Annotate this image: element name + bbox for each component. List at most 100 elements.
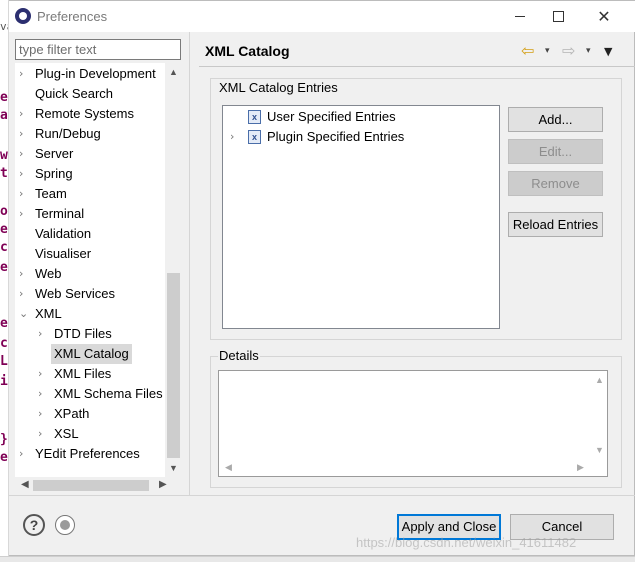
- edit-button[interactable]: Edit...: [508, 139, 603, 164]
- close-button[interactable]: ✕: [581, 1, 627, 32]
- tree-item-label: Web: [35, 266, 62, 281]
- scroll-left-arrow-icon[interactable]: ◀: [21, 479, 29, 490]
- back-arrow-icon[interactable]: ⇦: [521, 41, 534, 60]
- tree-item-label: Quick Search: [35, 86, 114, 101]
- tree-item-xml-catalog[interactable]: XML Catalog: [15, 344, 165, 364]
- maximize-button[interactable]: [535, 1, 581, 32]
- tree-item-plug-in-development[interactable]: › Plug-in Development: [15, 64, 165, 84]
- chevron-right-icon[interactable]: ›: [19, 124, 29, 144]
- scroll-up-arrow-icon[interactable]: ▲: [595, 375, 604, 385]
- chevron-right-icon[interactable]: ›: [19, 184, 29, 204]
- chevron-right-icon[interactable]: ›: [19, 164, 29, 184]
- taskbar-strip: [0, 556, 635, 562]
- tree-item-dtd-files[interactable]: › DTD Files: [15, 324, 165, 344]
- editor-text-fragment: va: [0, 20, 8, 33]
- chevron-down-icon[interactable]: ⌄: [19, 304, 29, 324]
- tree-item-web[interactable]: › Web: [15, 264, 165, 284]
- add-button[interactable]: Add...: [508, 107, 603, 132]
- tree-item-spring[interactable]: › Spring: [15, 164, 165, 184]
- scrollbar-thumb[interactable]: [33, 480, 149, 491]
- scrollbar-thumb[interactable]: [167, 273, 180, 458]
- forward-history-chevron-icon[interactable]: ▾: [586, 46, 591, 56]
- tree-item-label: YEdit Preferences: [35, 446, 140, 461]
- editor-text-fragment: o: [0, 204, 8, 219]
- scroll-down-arrow-icon[interactable]: ▼: [169, 463, 178, 473]
- remove-button[interactable]: Remove: [508, 171, 603, 196]
- tree-item-label: DTD Files: [54, 326, 112, 341]
- tree-item-xml[interactable]: ⌄ XML: [15, 304, 165, 324]
- tree-item-quick-search[interactable]: Quick Search: [15, 84, 165, 104]
- page-title: XML Catalog: [205, 43, 290, 59]
- catalog-entry-plugin-specified-entries[interactable]: › x Plugin Specified Entries: [223, 127, 493, 147]
- help-icon[interactable]: ?: [23, 514, 45, 536]
- scroll-right-arrow-icon[interactable]: ▶: [159, 479, 167, 490]
- minimize-icon: [515, 16, 525, 17]
- editor-text-fragment: e: [0, 90, 8, 105]
- filter-input[interactable]: [15, 39, 181, 60]
- chevron-right-icon[interactable]: ›: [19, 204, 29, 224]
- tree-item-label: Spring: [35, 166, 73, 181]
- tree-item-remote-systems[interactable]: › Remote Systems: [15, 104, 165, 124]
- chevron-right-icon[interactable]: ›: [38, 364, 48, 384]
- tree-item-yedit-preferences[interactable]: › YEdit Preferences: [15, 444, 165, 464]
- tree-item-label: XML: [35, 306, 62, 321]
- editor-text-fragment: a: [0, 108, 8, 123]
- tree-item-label: Team: [35, 186, 67, 201]
- title-bar: Preferences ✕: [9, 1, 635, 32]
- chevron-right-icon[interactable]: ›: [19, 104, 29, 124]
- tree-horizontal-scrollbar[interactable]: ◀ ▶: [15, 477, 181, 494]
- tree-item-label: Web Services: [35, 286, 115, 301]
- tree-item-label: Remote Systems: [35, 106, 134, 121]
- details-group-label: Details: [218, 348, 260, 363]
- chevron-right-icon[interactable]: ›: [19, 64, 29, 84]
- tree-item-visualiser[interactable]: Visualiser: [15, 244, 165, 264]
- editor-text-fragment: w: [0, 148, 8, 163]
- chevron-right-icon[interactable]: ›: [19, 444, 29, 464]
- chevron-right-icon[interactable]: ›: [19, 144, 29, 164]
- tree-item-xsl[interactable]: › XSL: [15, 424, 165, 444]
- chevron-right-icon[interactable]: ›: [38, 424, 48, 444]
- scroll-left-arrow-icon[interactable]: ◀: [225, 462, 232, 473]
- details-text-area[interactable]: ▲ ▼ ◀ ▶: [218, 370, 608, 477]
- tree-item-xml-schema-files[interactable]: › XML Schema Files: [15, 384, 165, 404]
- editor-text-fragment: e: [0, 450, 8, 465]
- forward-arrow-icon[interactable]: ⇨: [562, 41, 575, 60]
- catalog-entry-label: Plugin Specified Entries: [267, 129, 405, 144]
- import-export-icon[interactable]: [55, 515, 75, 535]
- view-menu-icon[interactable]: ▼: [604, 45, 612, 58]
- scroll-down-arrow-icon[interactable]: ▼: [595, 445, 604, 455]
- tree-item-xml-files[interactable]: › XML Files: [15, 364, 165, 384]
- tree-vertical-scrollbar[interactable]: ▲ ▼: [165, 63, 182, 477]
- catalog-entries-tree[interactable]: x User Specified Entries › x Plugin Specifie…: [222, 105, 500, 329]
- scroll-right-arrow-icon[interactable]: ▶: [577, 462, 584, 473]
- chevron-right-icon[interactable]: ›: [230, 127, 240, 147]
- chevron-right-icon[interactable]: ›: [19, 284, 29, 304]
- catalog-entry-user-specified-entries[interactable]: x User Specified Entries: [223, 107, 493, 127]
- editor-text-fragment: L: [0, 354, 8, 369]
- tree-item-label: Visualiser: [35, 246, 92, 261]
- tree-item-web-services[interactable]: › Web Services: [15, 284, 165, 304]
- chevron-right-icon[interactable]: ›: [38, 404, 48, 424]
- details-horizontal-scrollbar[interactable]: ◀ ▶: [219, 459, 592, 476]
- details-vertical-scrollbar[interactable]: ▲ ▼: [590, 371, 607, 460]
- scroll-up-arrow-icon[interactable]: ▲: [169, 67, 178, 77]
- tree-item-validation[interactable]: Validation: [15, 224, 165, 244]
- tree-item-label: XML Files: [54, 366, 112, 381]
- chevron-right-icon[interactable]: ›: [19, 264, 29, 284]
- close-icon: ✕: [597, 7, 611, 26]
- header-separator: [199, 66, 635, 67]
- tree-item-server[interactable]: › Server: [15, 144, 165, 164]
- editor-text-fragment: e: [0, 260, 8, 275]
- back-history-chevron-icon[interactable]: ▾: [545, 46, 550, 56]
- reload-entries-button[interactable]: Reload Entries: [508, 212, 603, 237]
- chevron-right-icon[interactable]: ›: [38, 324, 48, 344]
- tree-item-run-debug[interactable]: › Run/Debug: [15, 124, 165, 144]
- chevron-right-icon[interactable]: ›: [38, 384, 48, 404]
- tree-item-team[interactable]: › Team: [15, 184, 165, 204]
- panel-divider[interactable]: [189, 32, 190, 495]
- tree-item-terminal[interactable]: › Terminal: [15, 204, 165, 224]
- editor-text-fragment: }: [0, 432, 8, 447]
- tree-item-xpath[interactable]: › XPath: [15, 404, 165, 424]
- entries-group-label: XML Catalog Entries: [218, 80, 339, 95]
- editor-text-fragment: e: [0, 222, 8, 237]
